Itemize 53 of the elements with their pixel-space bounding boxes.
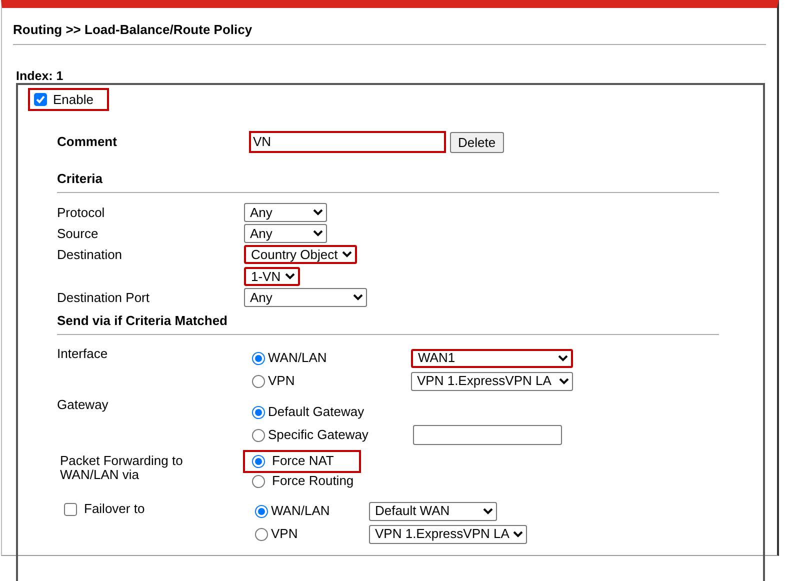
field-label: Interface	[57, 346, 109, 362]
checkbox-label: Enable	[53, 90, 94, 109]
field-label: Protocol	[57, 204, 106, 222]
chevron-icon	[313, 230, 323, 237]
chevron-icon	[559, 378, 569, 384]
comment-field[interactable]: VN	[249, 131, 446, 153]
field-label: Destination Port	[57, 289, 150, 307]
dropdown[interactable]: Any	[244, 224, 327, 243]
chevron-icon	[483, 508, 493, 514]
radio-button[interactable]	[252, 406, 265, 418]
radio-button[interactable]	[252, 374, 265, 388]
section-heading: Criteria	[57, 170, 104, 185]
dropdown[interactable]: Any	[244, 288, 367, 307]
chevron-icon	[313, 209, 323, 216]
dropdown[interactable]: VPN 1.ExpressVPN LA	[411, 372, 573, 390]
field-label: Gateway	[57, 397, 110, 413]
radio-button[interactable]	[255, 528, 268, 540]
radio-label: WAN/LAN	[268, 349, 327, 368]
page-title: Routing >> Load-Balance/Route Policy	[13, 21, 254, 36]
dropdown[interactable]: 1-VN	[244, 267, 300, 286]
chevron-icon	[284, 273, 295, 280]
chevron-icon	[558, 354, 568, 362]
section-heading: Send via if Criteria Matched	[57, 312, 228, 327]
radio-button[interactable]	[252, 474, 265, 488]
chevron-icon	[342, 251, 352, 258]
index-label: Index: 1	[16, 68, 64, 83]
radio-button[interactable]	[252, 352, 265, 364]
dropdown[interactable]: WAN1	[411, 348, 573, 368]
radio-label: Specific Gateway	[268, 426, 368, 444]
radio-label: VPN	[268, 372, 295, 390]
field-label: Packet Forwarding to WAN/LAN via	[60, 454, 184, 482]
dropdown[interactable]: Default WAN	[369, 502, 497, 520]
field-label: Destination	[57, 246, 124, 264]
chevron-icon	[353, 294, 363, 301]
gateway-field[interactable]	[413, 425, 562, 445]
radio-label: WAN/LAN	[271, 502, 330, 520]
dropdown[interactable]: VPN 1.ExpressVPN LA	[369, 524, 528, 544]
radio-label: Default Gateway	[268, 403, 364, 422]
checkbox[interactable]	[64, 502, 77, 516]
checkbox[interactable]	[34, 93, 47, 106]
radio-button[interactable]	[252, 428, 265, 442]
field-label: Source	[57, 225, 100, 243]
chevron-icon	[513, 530, 524, 538]
radio-label: Force NAT	[272, 452, 334, 470]
delete-button[interactable]: Delete	[450, 132, 504, 152]
checkbox-label: Failover to	[84, 500, 145, 518]
radio-label: Force Routing	[272, 472, 354, 490]
radio-button[interactable]	[252, 454, 265, 468]
field-label: Comment	[57, 133, 118, 152]
radio-button[interactable]	[255, 504, 268, 518]
dropdown[interactable]: Country Object	[244, 245, 357, 264]
radio-label: VPN	[271, 525, 298, 544]
dropdown[interactable]: Any	[244, 203, 327, 222]
